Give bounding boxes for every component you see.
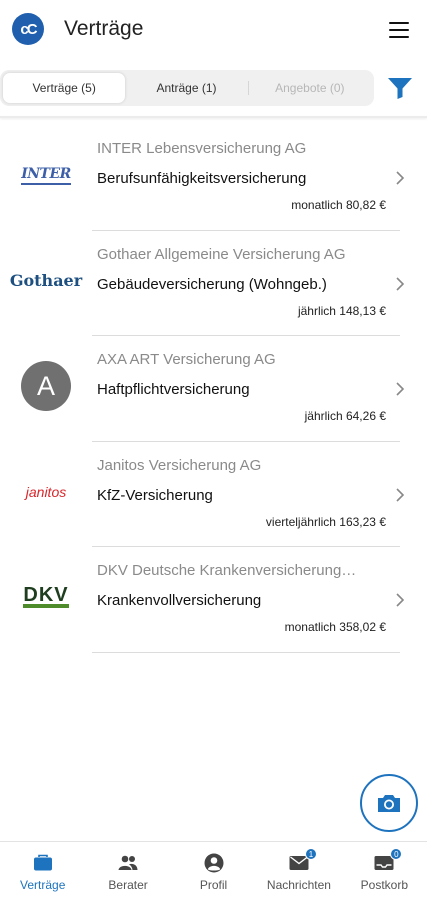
mail-icon-wrap: 1 [288, 848, 317, 874]
product-name: Gebäudeversicherung (Wohngeb.) [97, 275, 327, 293]
nav-berater[interactable]: Berater [85, 842, 170, 900]
inbox-icon-wrap: 0 [373, 848, 403, 874]
gothaer-logo: Gothaer [9, 271, 83, 290]
letter-avatar: A [14, 360, 78, 412]
postbox-badge: 0 [390, 848, 403, 860]
janitos-logo: janitos [25, 483, 67, 500]
product-name: Haftpflichtversicherung [97, 381, 250, 398]
contract-item-axa[interactable]: A AXA ART Versicherung AG Haftpflichtver… [0, 336, 427, 442]
company-name: DKV Deutsche Krankenversicherung… [97, 562, 357, 579]
tab-angebote[interactable]: Angebote (0) [249, 73, 371, 103]
camera-icon [378, 795, 400, 812]
people-icon [118, 855, 138, 870]
nav-label: Profil [199, 878, 228, 892]
company-name: Janitos Versicherung AG [97, 456, 262, 474]
nav-profil[interactable]: Profil [171, 842, 256, 900]
nav-label: Berater [108, 878, 148, 892]
price-label: monatlich 80,82 € [291, 198, 386, 212]
app-logo: cC [12, 13, 44, 45]
unread-badge: 1 [304, 848, 317, 860]
contract-item-inter[interactable]: INTER INTER Lebensversicherung AG Berufs… [0, 125, 427, 231]
header-divider [0, 116, 427, 118]
chevron-right-icon [396, 276, 405, 291]
nav-label: Nachrichten [266, 878, 331, 892]
briefcase-icon [33, 854, 52, 871]
product-name: Krankenvollversicherung [97, 592, 262, 609]
contract-item-dkv[interactable]: DKV DKV Deutsche Krankenversicherung… Kr… [0, 547, 427, 653]
product-name: Berufsunfähigkeitsversicherung [97, 170, 307, 187]
filter-icon[interactable] [387, 76, 413, 100]
nav-label: Verträge [20, 878, 66, 892]
company-name: AXA ART Versicherung AG [97, 351, 276, 368]
product-name: KfZ-Versicherung [97, 486, 213, 504]
camera-button[interactable] [360, 774, 418, 832]
price-label: vierteljährlich 163,23 € [265, 514, 386, 529]
segment-tabs: Verträge (5) Anträge (1) Angebote (0) [0, 70, 374, 106]
contract-list: INTER INTER Lebensversicherung AG Berufs… [0, 125, 427, 653]
price-label: monatlich 358,02 € [284, 620, 386, 634]
nav-nachrichten[interactable]: 1 Nachrichten [256, 842, 341, 900]
contract-item-janitos[interactable]: janitos Janitos Versicherung AG KfZ-Vers… [0, 442, 427, 547]
price-label: jährlich 64,26 € [304, 409, 386, 423]
company-name: INTER Lebensversicherung AG [97, 140, 307, 157]
tab-vertraege[interactable]: Verträge (5) [3, 73, 126, 103]
bottom-navigation: Verträge Berater Profil 1 Nachrichten 0 … [0, 841, 427, 900]
company-name: Gothaer Allgemeine Versicherung AG [97, 245, 346, 263]
nav-postkorb[interactable]: 0 Postkorb [342, 842, 427, 900]
nav-label: Postkorb [360, 878, 408, 892]
nav-vertraege[interactable]: Verträge [0, 842, 85, 900]
profile-icon [204, 853, 224, 873]
contract-item-gothaer[interactable]: Gothaer Gothaer Allgemeine Versicherung … [0, 231, 427, 336]
price-label: jährlich 148,13 € [297, 303, 386, 318]
row-divider [92, 651, 400, 653]
page-title: Verträge [64, 17, 144, 40]
chevron-right-icon [396, 382, 405, 396]
hamburger-menu-icon[interactable] [389, 22, 409, 38]
inter-logo: INTER [14, 149, 78, 201]
chevron-right-icon [396, 487, 405, 502]
app-header: cC Verträge [0, 0, 427, 60]
tab-antraege[interactable]: Anträge (1) [125, 73, 247, 103]
chevron-right-icon [396, 171, 405, 185]
dkv-logo: DKV [23, 583, 69, 608]
chevron-right-icon [396, 593, 405, 607]
